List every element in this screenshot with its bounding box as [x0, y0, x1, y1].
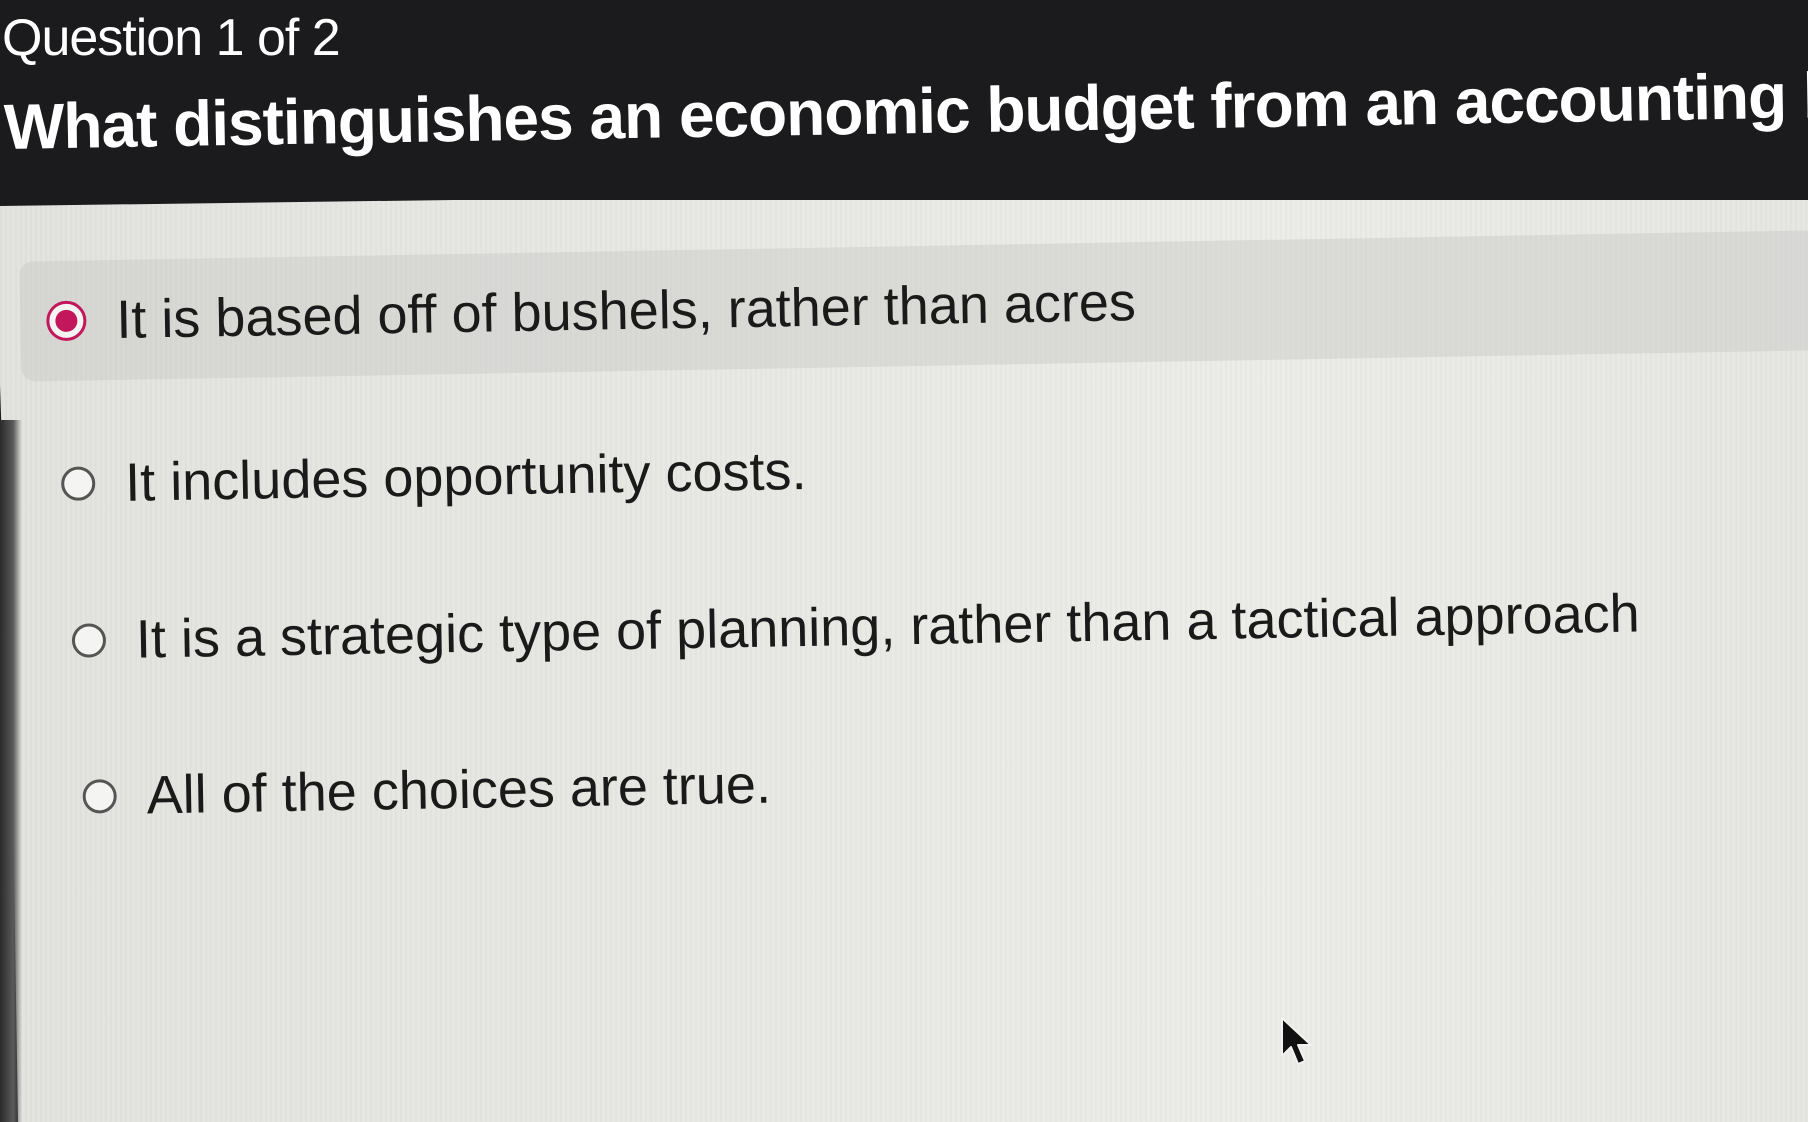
mouse-pointer-icon [1281, 1017, 1312, 1065]
radio-unchecked-icon[interactable] [82, 779, 117, 814]
answer-option-label: It includes opportunity costs. [124, 440, 807, 513]
answer-option-3[interactable]: It is a strategic type of planning, rath… [71, 573, 1640, 680]
answer-option-1[interactable]: It is based off of bushels, rather than … [19, 230, 1808, 382]
answer-option-4[interactable]: All of the choices are true. [82, 745, 772, 837]
answer-option-label: It is a strategic type of planning, rath… [135, 583, 1641, 670]
answer-option-label: All of the choices are true. [146, 754, 772, 826]
radio-unchecked-icon[interactable] [60, 466, 96, 501]
radio-checked-icon[interactable] [46, 300, 87, 342]
answer-options: It is based off of bushels, rather than … [0, 0, 1808, 1122]
answer-option-label: It is based off of bushels, rather than … [115, 272, 1137, 350]
radio-unchecked-icon[interactable] [71, 623, 107, 658]
answer-option-2[interactable]: It includes opportunity costs. [60, 431, 808, 524]
